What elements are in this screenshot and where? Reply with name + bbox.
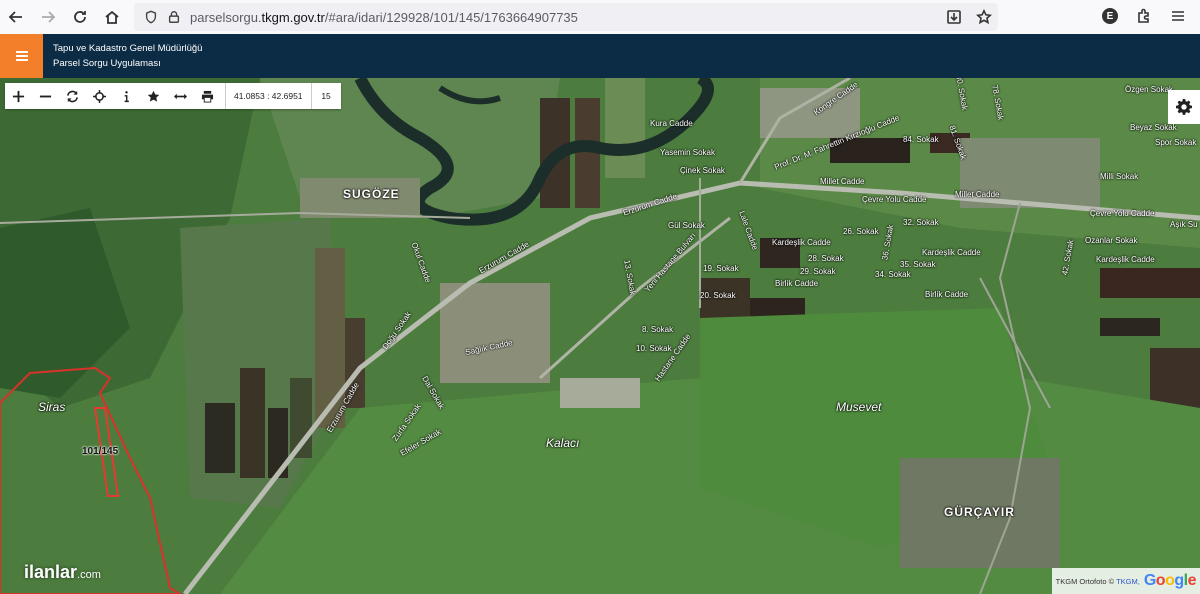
star-icon xyxy=(147,90,160,102)
arrow-right-icon xyxy=(42,11,56,23)
app-header: Tapu ve Kadastro Genel Müdürlüğü Parsel … xyxy=(0,34,1200,78)
home-button[interactable] xyxy=(96,0,128,34)
crosshair-icon xyxy=(93,89,106,103)
place-label-musevet: Musevet xyxy=(836,400,882,414)
reload-icon xyxy=(74,11,86,23)
info-button[interactable] xyxy=(113,83,140,109)
street-label: 84. Sokak xyxy=(903,135,939,144)
url-domain: tkgm.gov.tr xyxy=(261,9,325,25)
street-label: Birlik Cadde xyxy=(925,290,969,299)
settings-button[interactable] xyxy=(1168,90,1200,124)
street-label: Yasemin Sokak xyxy=(660,148,715,157)
watermark-logo: ilanlar.com xyxy=(24,562,101,583)
street-label: Çevre Yolu Cadde xyxy=(862,195,927,204)
home-icon xyxy=(105,10,119,24)
google-letter: o xyxy=(1155,572,1166,589)
street-label: Kardeşlik Cadde xyxy=(772,238,831,247)
place-label-kalaci: Kalacı xyxy=(546,436,580,450)
print-button[interactable] xyxy=(194,83,221,109)
street-label: 8. Sokak xyxy=(642,325,674,334)
street-label: Beyaz Sokak xyxy=(1130,123,1177,132)
street-label: Çevre Yolu Cadde xyxy=(1090,209,1155,218)
map-imagery xyxy=(0,78,1200,594)
street-label: Çinek Sokak xyxy=(680,166,725,175)
url-prefix: parselsorgu. xyxy=(190,9,262,25)
street-label: Birlik Cadde xyxy=(775,279,819,288)
town-label-gurcayir: GÜRÇAYIR xyxy=(944,505,1015,519)
town-label-sugoze: SUGÖZE xyxy=(343,187,400,201)
favorite-button[interactable] xyxy=(140,83,167,109)
hamburger-icon xyxy=(15,51,28,61)
street-label: Millet Cadde xyxy=(820,177,865,186)
app-title: Tapu ve Kadastro Genel Müdürlüğü Parsel … xyxy=(53,41,202,71)
street-label: Spor Sokak xyxy=(1155,138,1197,147)
street-label: Kura Cadde xyxy=(650,119,693,128)
url-text[interactable]: parselsorgu.tkgm.gov.tr/#ara/idari/12992… xyxy=(190,10,578,25)
street-label: Özgen Sokak xyxy=(1125,85,1174,94)
map-toolbar: 41.0853 : 42.6951 15 xyxy=(5,83,341,109)
street-label: 34. Sokak xyxy=(875,270,911,279)
account-avatar[interactable]: E xyxy=(1102,8,1118,24)
google-letter: o xyxy=(1165,572,1175,589)
street-label: Kardeşlik Cadde xyxy=(1096,255,1155,264)
satellite-map[interactable]: Siras Kalacı Musevet SUGÖZE GÜRÇAYIR Kur… xyxy=(0,78,1200,594)
zoom-level-readout: 15 xyxy=(310,83,341,109)
watermark-main: ilanlar xyxy=(24,562,78,582)
lock-icon[interactable] xyxy=(164,10,184,24)
zoom-in-button[interactable] xyxy=(5,83,32,109)
app-title-line1: Tapu ve Kadastro Genel Müdürlüğü xyxy=(53,43,203,54)
google-letter: G xyxy=(1143,572,1156,589)
arrow-left-icon xyxy=(8,11,22,23)
bookmark-star-icon[interactable] xyxy=(976,9,992,25)
shield-icon[interactable] xyxy=(138,10,164,24)
app-title-line2: Parsel Sorgu Uygulaması xyxy=(53,58,161,69)
street-label: 10. Sokak xyxy=(636,344,672,353)
place-label-siras: Siras xyxy=(38,400,66,414)
back-button[interactable] xyxy=(0,0,32,34)
coordinate-readout: 41.0853 : 42.6951 xyxy=(225,83,311,109)
map-attribution: TKGM Ortofoto © TKGM, Google xyxy=(1051,568,1200,594)
refresh-icon xyxy=(67,90,78,102)
refresh-button[interactable] xyxy=(59,83,86,109)
reader-view-icon[interactable] xyxy=(946,9,962,25)
browser-toolbar: parselsorgu.tkgm.gov.tr/#ara/idari/12992… xyxy=(0,0,1200,34)
street-label: 26. Sokak xyxy=(843,227,879,236)
plus-icon xyxy=(12,90,25,102)
street-label: 20. Sokak xyxy=(700,291,736,300)
street-label: 29. Sokak xyxy=(800,267,836,276)
street-label: 28. Sokak xyxy=(808,254,844,263)
street-label: Kardeşlik Cadde xyxy=(922,248,981,257)
minus-icon xyxy=(39,95,52,97)
google-letter: e xyxy=(1187,572,1197,589)
reload-button[interactable] xyxy=(64,0,96,34)
street-label: Aşık Su xyxy=(1170,220,1198,229)
street-label: 32. Sokak xyxy=(903,218,939,227)
parcel-number-label[interactable]: 101/145 xyxy=(82,446,118,457)
attribution-label: TKGM Ortofoto © xyxy=(1055,576,1115,586)
street-label: Gül Sokak xyxy=(668,221,705,230)
street-label: Ozanlar Sokak xyxy=(1085,236,1138,245)
measure-button[interactable] xyxy=(167,83,194,109)
attribution-text: TKGM Ortofoto © TKGM, xyxy=(1056,577,1140,586)
street-label: Milli Sokak xyxy=(1100,172,1139,181)
google-logo: Google xyxy=(1143,572,1197,590)
attribution-link[interactable]: TKGM, xyxy=(1116,577,1140,586)
locate-button[interactable] xyxy=(86,83,113,109)
forward-button[interactable] xyxy=(32,0,64,34)
menu-icon[interactable] xyxy=(1170,8,1186,24)
gear-icon xyxy=(1176,99,1192,115)
url-path: /#ara/idari/129928/101/145/1763664907735 xyxy=(324,9,578,25)
hamburger-menu-button[interactable] xyxy=(0,34,43,78)
extensions-icon[interactable] xyxy=(1136,8,1152,24)
info-icon xyxy=(124,90,129,102)
watermark-tld: .com xyxy=(77,569,101,581)
printer-icon xyxy=(201,90,214,103)
street-label: 19. Sokak xyxy=(703,264,739,273)
address-bar[interactable]: parselsorgu.tkgm.gov.tr/#ara/idari/12992… xyxy=(134,3,998,31)
street-label: Millet Cadde xyxy=(955,190,1000,199)
measure-arrows-icon xyxy=(174,93,187,99)
zoom-out-button[interactable] xyxy=(32,83,59,109)
google-letter: g xyxy=(1174,572,1184,589)
street-label: 35. Sokak xyxy=(900,260,936,269)
